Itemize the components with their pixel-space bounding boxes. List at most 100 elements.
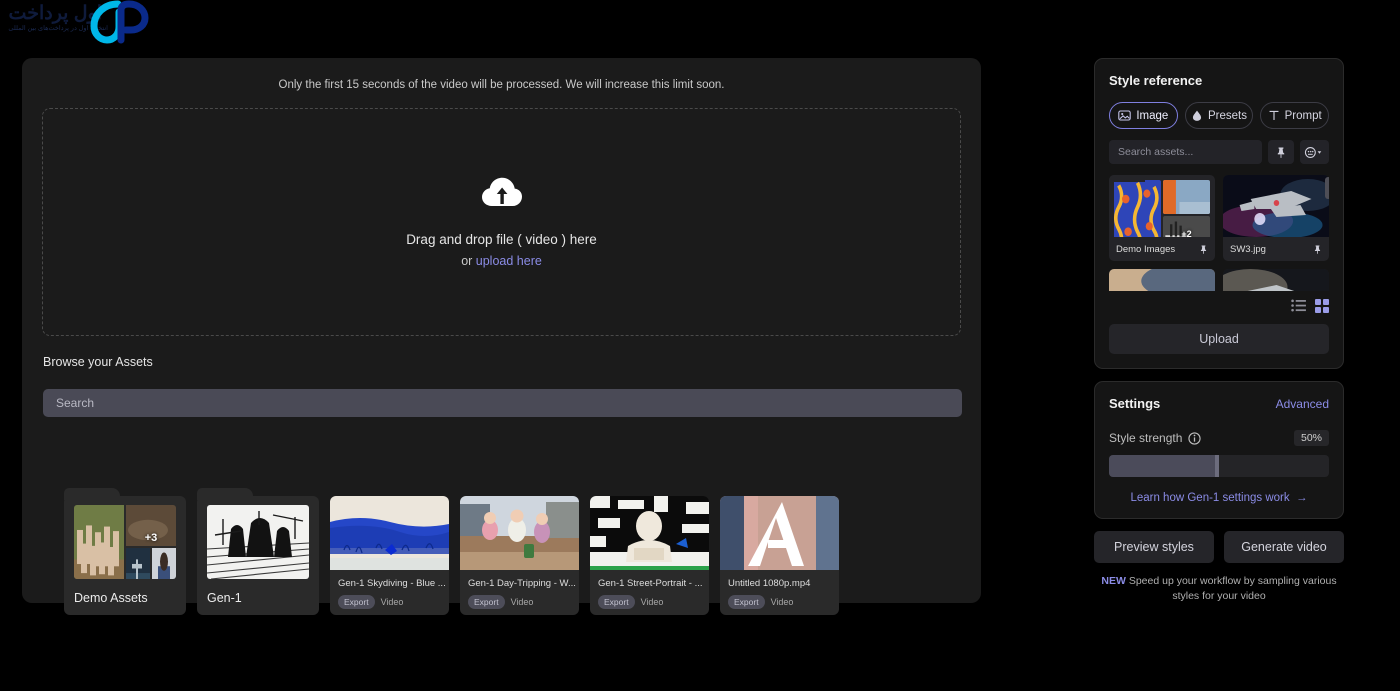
style-asset-thumbnail: +2 bbox=[1109, 175, 1215, 237]
brand-watermark: اول پرداخت انتخاب اول در پرداخت‌های بین … bbox=[0, 0, 160, 46]
style-asset-overflow-badge: +2 bbox=[1181, 228, 1192, 237]
style-asset-caption: Demo Images bbox=[1109, 237, 1215, 261]
slider-fill bbox=[1109, 455, 1219, 477]
folder-thumb-primary bbox=[207, 505, 309, 579]
image-icon bbox=[1118, 110, 1132, 121]
folder-tab-shape bbox=[197, 488, 253, 500]
mode-button-prompt-label: Prompt bbox=[1284, 109, 1322, 122]
video-dropzone[interactable]: Drag and drop file ( video ) here or upl… bbox=[42, 108, 961, 336]
mode-button-presets-label: Presets bbox=[1208, 109, 1247, 122]
style-strength-value: 50% bbox=[1293, 430, 1329, 446]
style-reference-grid-inner: +2 Demo Images SW3.jpg bbox=[1109, 175, 1329, 291]
generate-video-button[interactable]: Generate video bbox=[1224, 531, 1344, 563]
folder-thumbnail-grid: +2 bbox=[1114, 180, 1210, 237]
style-reference-mode-group: Image Presets Prompt bbox=[1109, 102, 1330, 129]
folder-tab-shape bbox=[1109, 175, 1145, 182]
pin-button[interactable] bbox=[1268, 140, 1294, 164]
asset-export-badge: Export bbox=[598, 595, 635, 609]
droplet-icon bbox=[1192, 110, 1202, 121]
arrow-right-icon: → bbox=[1292, 492, 1308, 504]
folder-thumb-2: +3 bbox=[126, 505, 176, 546]
slider-knob[interactable] bbox=[1215, 455, 1219, 477]
asset-video-card[interactable]: Untitled 1080p.mp4 Export Video bbox=[720, 496, 839, 615]
mini-thumb-1 bbox=[1114, 180, 1161, 237]
style-asset-row2-left[interactable] bbox=[1109, 269, 1215, 291]
learn-settings-link-label: Learn how Gen-1 settings work bbox=[1130, 492, 1290, 504]
style-assets-search-row bbox=[1109, 140, 1329, 164]
asset-video-meta: Export Video bbox=[598, 595, 709, 609]
folder-tab-shape bbox=[64, 488, 120, 500]
brand-ap-mark-icon bbox=[90, 0, 149, 44]
settings-title: Settings bbox=[1109, 396, 1161, 411]
style-strength-row: Style strength 50% bbox=[1109, 430, 1329, 446]
asset-video-thumbnail bbox=[330, 496, 449, 570]
upload-here-link[interactable]: upload here bbox=[476, 254, 542, 268]
asset-type-label: Video bbox=[770, 597, 794, 607]
new-badge: NEW bbox=[1101, 575, 1126, 587]
pin-icon[interactable] bbox=[1199, 244, 1208, 255]
style-asset-thumbnail bbox=[1223, 269, 1329, 291]
dropzone-secondary-text: or upload here bbox=[461, 254, 542, 268]
assets-row: +3 Demo Assets Gen-1 Gen-1 Skydiving - B… bbox=[64, 488, 839, 615]
style-reference-card: Style reference Image Presets Prompt Sea… bbox=[1094, 58, 1344, 369]
asset-video-card[interactable]: Gen-1 Day-Tripping - W... Export Video bbox=[460, 496, 579, 615]
asset-video-thumbnail bbox=[460, 496, 579, 570]
sidebar-action-row: Preview styles Generate video bbox=[1094, 531, 1344, 563]
asset-video-meta: Export Video bbox=[728, 595, 839, 609]
info-icon[interactable] bbox=[1188, 431, 1202, 445]
style-asset-thumbnail bbox=[1109, 269, 1215, 291]
style-asset-thumbnail bbox=[1223, 175, 1329, 237]
folder-thumb-3 bbox=[126, 548, 150, 579]
mode-button-presets[interactable]: Presets bbox=[1184, 102, 1254, 129]
asset-export-badge: Export bbox=[728, 595, 765, 609]
preview-styles-button[interactable]: Preview styles bbox=[1094, 531, 1214, 563]
asset-folder-demo-assets[interactable]: +3 Demo Assets bbox=[64, 488, 186, 615]
folder-thumbnail-grid bbox=[207, 505, 309, 579]
style-reference-asset-grid[interactable]: +2 Demo Images SW3.jpg bbox=[1109, 175, 1329, 291]
folder-overflow-badge: +3 bbox=[144, 532, 158, 544]
folder-thumb-secondary-group: +3 bbox=[126, 505, 176, 579]
asset-video-thumbnail bbox=[590, 496, 709, 570]
mode-button-image[interactable]: Image bbox=[1109, 102, 1178, 129]
folder-thumb-primary bbox=[74, 505, 124, 579]
upload-button[interactable]: Upload bbox=[1109, 324, 1329, 354]
asset-video-card[interactable]: Gen-1 Skydiving - Blue ... Export Video bbox=[330, 496, 449, 615]
asset-video-card[interactable]: Gen-1 Street-Portrait - ... Export Video bbox=[590, 496, 709, 615]
asset-export-badge: Export bbox=[468, 595, 505, 609]
style-asset-demo-images[interactable]: +2 Demo Images bbox=[1109, 175, 1215, 261]
asset-search-input[interactable] bbox=[43, 389, 962, 417]
text-t-icon bbox=[1269, 110, 1279, 120]
folder-thumb-row-3 bbox=[126, 548, 176, 579]
mode-button-image-label: Image bbox=[1136, 109, 1169, 122]
asset-video-name: Gen-1 Street-Portrait - ... bbox=[598, 578, 703, 589]
asset-folder-gen-1[interactable]: Gen-1 bbox=[197, 488, 319, 615]
asset-video-name: Gen-1 Day-Tripping - W... bbox=[468, 578, 576, 589]
style-asset-sw3[interactable]: SW3.jpg bbox=[1223, 175, 1329, 261]
view-toggle-group bbox=[1109, 299, 1329, 313]
mode-button-prompt[interactable]: Prompt bbox=[1260, 102, 1330, 129]
advanced-settings-link[interactable]: Advanced bbox=[1276, 397, 1329, 411]
processing-limit-note: Only the first 15 seconds of the video w… bbox=[278, 79, 725, 91]
asset-type-label: Video bbox=[510, 597, 534, 607]
learn-settings-link[interactable]: Learn how Gen-1 settings work → bbox=[1109, 492, 1329, 504]
style-strength-label: Style strength bbox=[1109, 431, 1183, 445]
pin-icon[interactable] bbox=[1313, 244, 1322, 255]
pin-icon bbox=[1277, 146, 1285, 158]
style-assets-search-input[interactable] bbox=[1109, 140, 1262, 164]
new-feature-note-text: Speed up your workflow by sampling vario… bbox=[1125, 575, 1337, 603]
style-asset-row2-right[interactable] bbox=[1223, 269, 1329, 291]
asset-grid-scrollbar[interactable] bbox=[1325, 177, 1329, 199]
grid-view-icon[interactable] bbox=[1315, 299, 1329, 313]
style-strength-label-group: Style strength bbox=[1109, 431, 1202, 445]
asset-video-meta: Export Video bbox=[338, 595, 449, 609]
mini-thumb-col: +2 bbox=[1163, 180, 1210, 237]
browse-assets-title: Browse your Assets bbox=[43, 355, 153, 369]
list-view-icon[interactable] bbox=[1291, 299, 1306, 312]
style-asset-name: Demo Images bbox=[1116, 243, 1176, 255]
cloud-upload-icon bbox=[481, 177, 522, 206]
style-reference-title: Style reference bbox=[1109, 73, 1203, 88]
right-sidebar: Style reference Image Presets Prompt Sea… bbox=[1094, 58, 1344, 604]
style-asset-caption: SW3.jpg bbox=[1223, 237, 1329, 261]
style-strength-slider[interactable] bbox=[1109, 455, 1329, 477]
filter-dropdown-button[interactable] bbox=[1299, 140, 1329, 164]
